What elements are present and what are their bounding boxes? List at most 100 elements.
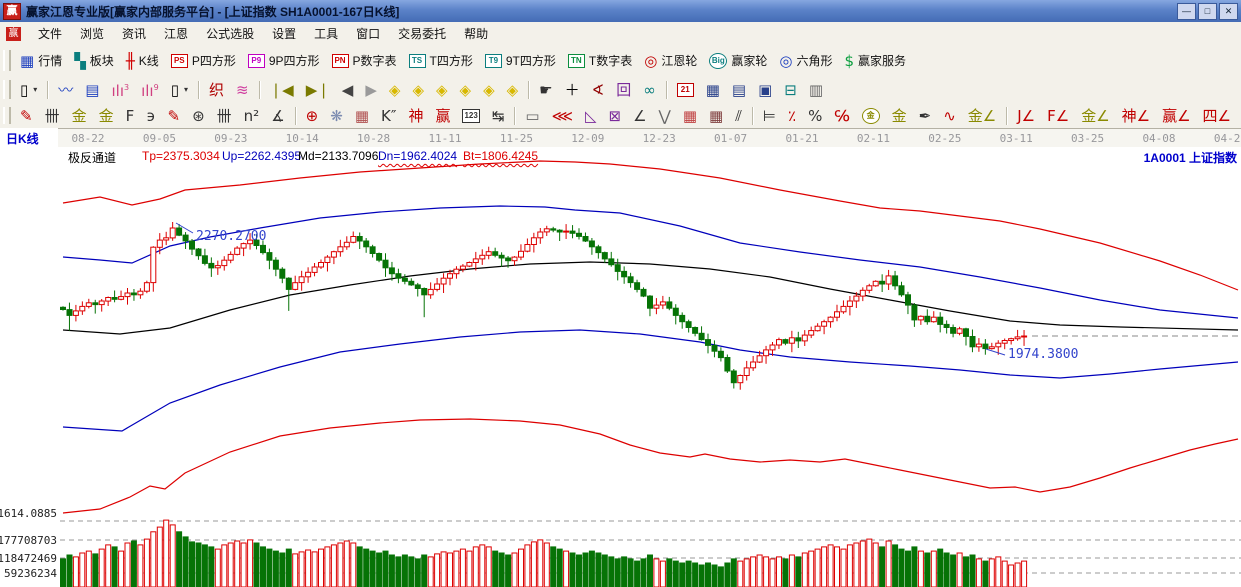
notes-button[interactable]: ▤ (727, 80, 751, 100)
ink-pen-button[interactable]: ✒ (914, 106, 937, 126)
knot-button[interactable]: ∞ (638, 80, 661, 100)
zoom-all-button[interactable]: ◈ (478, 80, 500, 100)
wave-cross-button[interactable]: ∿ (938, 106, 961, 126)
shen-angle-button[interactable]: 神∠ (1117, 106, 1155, 126)
menu-窗口[interactable]: 窗口 (347, 23, 389, 44)
n2-ruler-button[interactable]: n² (239, 106, 265, 126)
menu-交易委托[interactable]: 交易委托 (389, 23, 455, 44)
menu-资讯[interactable]: 资讯 (113, 23, 155, 44)
si-angle-button[interactable]: 四∠ (1198, 106, 1236, 126)
gold-circle-button[interactable]: 金 (857, 106, 885, 126)
quotes-button[interactable]: ▦ 行情 (15, 50, 67, 71)
menu-设置[interactable]: 设置 (263, 23, 305, 44)
price-scale-button[interactable]: ⊨ (758, 106, 781, 126)
gann-wheel-button[interactable]: ◎ 江恩轮 (639, 50, 702, 71)
ruler-button[interactable]: 卌 (40, 106, 65, 126)
parallel-lines-button[interactable]: ⫽ (730, 106, 747, 126)
save-button[interactable]: ▣ (753, 80, 777, 100)
info-panel-button[interactable]: ▤ (80, 80, 104, 100)
percent-button[interactable]: % (803, 106, 827, 126)
prev-bar-button[interactable]: ◀ (337, 80, 359, 100)
winner-wheel-button[interactable]: Big 赢家轮 (704, 50, 772, 71)
red-grid-button[interactable]: ▦ (678, 106, 702, 126)
p-number-table-button[interactable]: PN P数字表 (327, 50, 402, 71)
grid-123-button[interactable]: 123 (457, 107, 484, 125)
grid-target-button[interactable]: ▦ (350, 106, 374, 126)
zoom-vertical-button[interactable]: ◈ (455, 80, 477, 100)
fan-box-button[interactable]: ◺ (580, 106, 602, 126)
candle-style-button[interactable]: ▯ ▾ (166, 80, 193, 100)
close-button[interactable]: ✕ (1219, 2, 1238, 20)
menu-文件[interactable]: 文件 (29, 23, 71, 44)
winner-service-button[interactable]: $ 赢家服务 (839, 50, 911, 71)
f-angle-button[interactable]: F∠ (1042, 106, 1074, 126)
stamp-button[interactable]: 回 (611, 80, 636, 100)
9t-square-button[interactable]: T9 9T四方形 (480, 50, 561, 71)
next-bar-button[interactable]: ▶ (360, 80, 382, 100)
brush-button[interactable]: ✎ (15, 106, 38, 126)
menu-工具[interactable]: 工具 (305, 23, 347, 44)
calculator-button[interactable]: ▦ (701, 80, 725, 100)
p-square-button[interactable]: PS P四方形 (166, 50, 241, 71)
k-compare-button[interactable]: Κ″ (376, 106, 401, 126)
angle-lines-button[interactable]: ∠ (628, 106, 651, 126)
spiral-ruler-button[interactable]: ϶ (141, 106, 160, 126)
zoom-left-button[interactable]: ◈ (384, 80, 406, 100)
percent-line-button[interactable]: ٪ (783, 106, 801, 126)
9p-square-button[interactable]: P9 9P四方形 (243, 50, 325, 71)
f-ruler-button[interactable]: F (121, 106, 140, 126)
last-bar-button[interactable]: ▶❘ (301, 80, 335, 100)
gold-ruler-2-button[interactable]: 金 (94, 106, 119, 126)
j-angle-button[interactable]: J∠ (1012, 106, 1040, 126)
gold-ruler-1-button[interactable]: 金 (67, 106, 92, 126)
chart-grid-button[interactable]: ▦ (704, 106, 728, 126)
compass-target-button[interactable]: ⊕ (301, 106, 324, 126)
printer-button[interactable]: ▥ (804, 80, 828, 100)
export-chart-button[interactable]: ⊟ (779, 80, 802, 100)
gold-level-button[interactable]: 金 (887, 106, 912, 126)
zoom-right-button[interactable]: ◈ (407, 80, 429, 100)
gold-angle-button[interactable]: 金∠ (963, 106, 1001, 126)
v-lines-button[interactable]: ⋁ (654, 106, 676, 126)
kline-button[interactable]: ╫ K线 (121, 50, 164, 71)
bars-9-button[interactable]: ılı9 (136, 78, 164, 101)
gold-angle-2-button[interactable]: 金∠ (1076, 106, 1114, 126)
circle-ruler-button[interactable]: ⊛ (187, 106, 210, 126)
first-bar-button[interactable]: ❘◀ (265, 80, 299, 100)
fan-lines-button[interactable]: ⋘ (547, 106, 578, 126)
sectors-button[interactable]: ▚ 板块 (69, 50, 119, 71)
pattern-tool-button[interactable]: 织 (204, 80, 229, 100)
pan-hand-button[interactable]: ☛ (534, 80, 557, 100)
ying-ruler-button[interactable]: 赢 (430, 106, 455, 126)
crosshair-button[interactable]: ＋ (560, 80, 585, 100)
menu-帮助[interactable]: 帮助 (455, 23, 497, 44)
volume-profile-button[interactable]: ≋ (231, 80, 254, 100)
plain-ruler-button[interactable]: 卌 (212, 106, 237, 126)
gann-box-button[interactable]: ▭ (520, 106, 544, 126)
protractor-button[interactable]: ∡ (266, 106, 289, 126)
hexagon-button[interactable]: ◎ 六角形 (774, 50, 837, 71)
maximize-button[interactable]: □ (1198, 2, 1217, 20)
candlestick-chart-canvas[interactable]: 1614.0885 177708703 118472469 59236234 2270.… (0, 147, 1241, 587)
angle-measure-button[interactable]: ∢ (587, 80, 610, 100)
span-arrows-button[interactable]: ↹ (487, 106, 510, 126)
zoom-horizontal-button[interactable]: ◈ (431, 80, 453, 100)
minimize-button[interactable]: — (1177, 2, 1196, 20)
ying-angle-button[interactable]: 赢∠ (1157, 106, 1195, 126)
snowflake-button[interactable]: ❋ (325, 106, 348, 126)
zoom-reset-button[interactable]: ◈ (502, 80, 524, 100)
t-number-table-button[interactable]: TN T数字表 (563, 50, 637, 71)
menu-江恩[interactable]: 江恩 (155, 23, 197, 44)
period-selector-button[interactable]: ▯ ▾ (15, 80, 42, 100)
overlay-window-button[interactable]: 〰 (53, 80, 78, 100)
fan-box-x-button[interactable]: ⊠ (604, 106, 627, 126)
menu-公式选股[interactable]: 公式选股 (197, 23, 263, 44)
bars-3-button[interactable]: ılı3 (106, 78, 134, 101)
date-axis-strip[interactable]: 08-22 09-05 09-23 10-14 10-28 11-11 11-25 12-09… (58, 128, 1241, 148)
percent-eq-button[interactable]: ℅ (829, 106, 854, 126)
chart-area[interactable]: 极反通道 Tp=2375.3034 Up=2262.4395 Md=2133.709… (0, 147, 1241, 587)
menu-浏览[interactable]: 浏览 (71, 23, 113, 44)
calendar-button[interactable]: 21 (672, 81, 699, 99)
t-square-button[interactable]: TS T四方形 (404, 50, 478, 71)
shen-ruler-button[interactable]: 神 (403, 106, 428, 126)
